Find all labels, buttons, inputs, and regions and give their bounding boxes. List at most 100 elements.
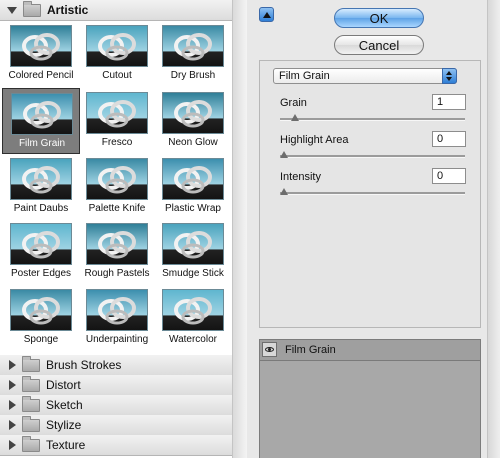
grain-slider-track[interactable] bbox=[280, 118, 465, 121]
filter-thumb-label: Plastic Wrap bbox=[165, 203, 221, 214]
filter-thumbnail-grid: Colored Pencil Cutout Dry Brush Film Grain F… bbox=[0, 21, 232, 355]
grain-slider-thumb[interactable] bbox=[291, 114, 299, 121]
effect-layers-empty-area bbox=[260, 361, 480, 458]
param-highlight-area: Highlight Area 0 bbox=[280, 131, 468, 166]
filter-thumb-film-grain[interactable]: Film Grain bbox=[2, 88, 80, 154]
highlight-area-slider-track[interactable] bbox=[280, 155, 465, 158]
filter-preview-image bbox=[86, 25, 148, 67]
category-label: Texture bbox=[46, 438, 86, 452]
param-label: Intensity bbox=[280, 171, 321, 183]
up-arrow-icon bbox=[262, 11, 271, 18]
disclosure-triangle-closed-icon[interactable] bbox=[9, 420, 16, 430]
filter-thumb-fresco[interactable]: Fresco bbox=[78, 88, 156, 154]
filter-preview-image bbox=[86, 289, 148, 331]
filter-preview-image bbox=[86, 223, 148, 265]
category-stylize[interactable]: Stylize bbox=[0, 415, 232, 436]
filter-preview-image bbox=[162, 158, 224, 200]
filter-preview-image bbox=[10, 25, 72, 67]
eye-icon[interactable] bbox=[262, 342, 277, 357]
disclosure-triangle-closed-icon[interactable] bbox=[9, 400, 16, 410]
window-scrollbar[interactable] bbox=[487, 0, 500, 458]
category-brush-strokes[interactable]: Brush Strokes bbox=[0, 355, 232, 376]
filter-select[interactable]: Film Grain bbox=[273, 68, 457, 84]
gallery-scrollbar[interactable] bbox=[232, 0, 247, 458]
folder-icon bbox=[22, 355, 40, 372]
disclosure-triangle-open-icon[interactable] bbox=[7, 6, 17, 14]
select-stepper-icon[interactable] bbox=[442, 68, 457, 84]
grain-input[interactable]: 1 bbox=[432, 94, 466, 110]
intensity-input[interactable]: 0 bbox=[432, 168, 466, 184]
disclosure-triangle-closed-icon[interactable] bbox=[9, 380, 16, 390]
filter-gallery-panel: Artistic Colored Pencil Cutout Dry Brush Fi… bbox=[0, 0, 247, 458]
filter-thumb-label: Neon Glow bbox=[168, 137, 218, 148]
filter-thumb-dry-brush[interactable]: Dry Brush bbox=[154, 21, 232, 87]
filter-thumb-label: Film Grain bbox=[18, 138, 66, 149]
category-label: Stylize bbox=[46, 418, 82, 432]
filter-thumb-label: Fresco bbox=[101, 137, 133, 148]
filter-thumb-label: Rough Pastels bbox=[84, 268, 150, 279]
filter-thumb-sponge[interactable]: Sponge bbox=[2, 285, 80, 351]
param-grain: Grain 1 bbox=[280, 94, 468, 129]
category-distort[interactable]: Distort bbox=[0, 375, 232, 396]
filter-thumb-rough-pastels[interactable]: Rough Pastels bbox=[78, 219, 156, 285]
filter-preview-image bbox=[162, 25, 224, 67]
filter-thumb-label: Poster Edges bbox=[10, 268, 72, 279]
filter-thumb-paint-daubs[interactable]: Paint Daubs bbox=[2, 154, 80, 220]
filter-preview-image bbox=[86, 92, 148, 134]
folder-icon bbox=[22, 415, 40, 432]
filter-thumb-plastic-wrap[interactable]: Plastic Wrap bbox=[154, 154, 232, 220]
filter-preview-image bbox=[11, 93, 73, 135]
filter-preview-image bbox=[86, 158, 148, 200]
disclosure-triangle-closed-icon[interactable] bbox=[9, 440, 16, 450]
effect-layer-name: Film Grain bbox=[285, 344, 336, 356]
category-label: Sketch bbox=[46, 398, 83, 412]
filter-thumb-underpainting[interactable]: Underpainting bbox=[78, 285, 156, 351]
filter-thumb-watercolor[interactable]: Watercolor bbox=[154, 285, 232, 351]
folder-icon bbox=[23, 0, 41, 17]
effect-layer-row[interactable]: Film Grain bbox=[260, 340, 480, 361]
filter-thumb-label: Colored Pencil bbox=[8, 70, 74, 81]
collapse-gallery-button[interactable] bbox=[259, 7, 274, 22]
filter-thumb-palette-knife[interactable]: Palette Knife bbox=[78, 154, 156, 220]
highlight-area-slider-thumb[interactable] bbox=[280, 151, 288, 158]
ok-button[interactable]: OK bbox=[334, 8, 424, 28]
highlight-area-input[interactable]: 0 bbox=[432, 131, 466, 147]
filter-preview-image bbox=[162, 92, 224, 134]
filter-preview-image bbox=[162, 289, 224, 331]
filter-settings-panel: Film Grain Grain 1 Highlight Area 0 Inte… bbox=[259, 60, 481, 328]
folder-icon bbox=[22, 395, 40, 412]
filter-thumb-label: Smudge Stick bbox=[162, 268, 224, 279]
intensity-slider-thumb[interactable] bbox=[280, 188, 288, 195]
filter-preview-image bbox=[10, 223, 72, 265]
filter-thumb-label: Paint Daubs bbox=[13, 203, 69, 214]
intensity-slider-track[interactable] bbox=[280, 192, 465, 195]
filter-thumb-cutout[interactable]: Cutout bbox=[78, 21, 156, 87]
category-label: Brush Strokes bbox=[46, 358, 122, 372]
filter-thumb-label: Dry Brush bbox=[170, 70, 216, 81]
cancel-button[interactable]: Cancel bbox=[334, 35, 424, 55]
filter-thumb-neon-glow[interactable]: Neon Glow bbox=[154, 88, 232, 154]
folder-icon bbox=[22, 435, 40, 452]
filter-thumb-label: Palette Knife bbox=[88, 203, 146, 214]
category-sketch[interactable]: Sketch bbox=[0, 395, 232, 416]
category-texture[interactable]: Texture bbox=[0, 435, 232, 456]
effect-layers-panel: Film Grain bbox=[259, 339, 481, 458]
filter-preview-image bbox=[10, 289, 72, 331]
param-intensity: Intensity 0 bbox=[280, 168, 468, 203]
filter-thumb-poster-edges[interactable]: Poster Edges bbox=[2, 219, 80, 285]
filter-preview-image bbox=[162, 223, 224, 265]
filter-thumb-label: Cutout bbox=[102, 70, 132, 81]
param-label: Highlight Area bbox=[280, 134, 349, 146]
filter-thumb-colored-pencil[interactable]: Colored Pencil bbox=[2, 21, 80, 87]
folder-icon bbox=[22, 375, 40, 392]
category-label: Distort bbox=[46, 378, 81, 392]
filter-select-value: Film Grain bbox=[279, 70, 330, 82]
filter-thumb-label: Sponge bbox=[23, 334, 59, 345]
category-label: Artistic bbox=[47, 3, 89, 17]
disclosure-triangle-closed-icon[interactable] bbox=[9, 360, 16, 370]
filter-thumb-smudge-stick[interactable]: Smudge Stick bbox=[154, 219, 232, 285]
category-artistic[interactable]: Artistic bbox=[0, 0, 232, 21]
filter-thumb-label: Watercolor bbox=[169, 334, 217, 345]
filter-preview-image bbox=[10, 158, 72, 200]
filter-thumb-label: Underpainting bbox=[85, 334, 149, 345]
